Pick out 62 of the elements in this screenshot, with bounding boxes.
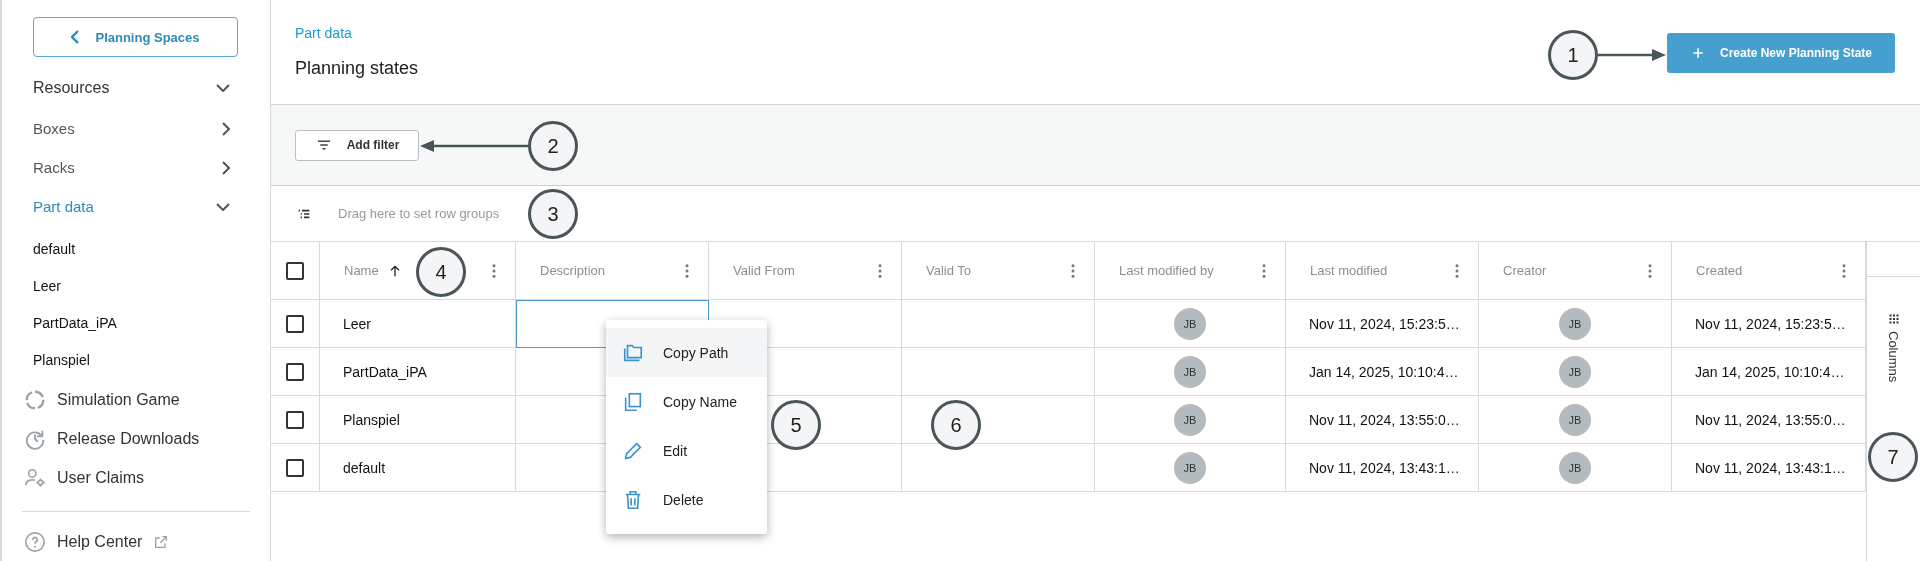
callout-marker: 7 bbox=[1868, 432, 1918, 482]
table-cell: Nov 11, 2024, 15:23:5… bbox=[1286, 300, 1479, 348]
help-icon bbox=[24, 530, 46, 553]
spinner-icon bbox=[24, 388, 46, 411]
table-cell: Nov 11, 2024, 13:55:0… bbox=[1672, 396, 1866, 444]
help-link[interactable]: Help Center bbox=[2, 522, 270, 561]
select-all-checkbox[interactable] bbox=[286, 261, 304, 280]
callout-marker: 5 bbox=[771, 400, 821, 450]
chevron-left-icon bbox=[71, 30, 80, 44]
grid-icon bbox=[1887, 313, 1900, 325]
sidebar-link[interactable]: Simulation Game bbox=[2, 380, 270, 419]
table-cell: Planspiel bbox=[320, 396, 516, 444]
user-avatar: JB bbox=[1559, 307, 1591, 340]
menu-item[interactable]: Edit bbox=[606, 426, 767, 475]
sidebar-item[interactable]: Leer bbox=[2, 267, 270, 304]
row-checkbox[interactable] bbox=[286, 314, 304, 333]
user-avatar: JB bbox=[1559, 403, 1591, 436]
user-avatar: JB bbox=[1174, 355, 1206, 388]
callout-marker: 6 bbox=[931, 400, 981, 450]
row-checkbox[interactable] bbox=[286, 458, 304, 477]
sidebar-link[interactable]: User Claims bbox=[2, 458, 270, 497]
menu-item[interactable]: Copy Name bbox=[606, 377, 767, 426]
table-cell: Leer bbox=[320, 300, 516, 348]
chevron-down-icon bbox=[216, 84, 230, 92]
table-cell: Nov 11, 2024, 13:55:0… bbox=[1286, 396, 1479, 444]
page-title: Planning states bbox=[295, 58, 419, 79]
row-checkbox[interactable] bbox=[286, 362, 304, 381]
table-cell: Jan 14, 2025, 10:10:4… bbox=[1286, 348, 1479, 396]
back-button[interactable]: Planning Spaces bbox=[33, 17, 238, 57]
menu-item[interactable]: Delete bbox=[606, 475, 767, 524]
external-link-icon bbox=[153, 533, 170, 550]
table-cell: Nov 11, 2024, 13:43:1… bbox=[1286, 444, 1479, 492]
table-cell: PartData_iPA bbox=[320, 348, 516, 396]
copy-icon bbox=[622, 390, 644, 413]
sidebar-link[interactable]: Release Downloads bbox=[2, 419, 270, 458]
callout-marker: 1 bbox=[1548, 30, 1598, 80]
user-avatar: JB bbox=[1174, 403, 1206, 436]
table-cell: Nov 11, 2024, 15:23:5… bbox=[1672, 300, 1866, 348]
row-checkbox[interactable] bbox=[286, 410, 304, 429]
chevron-down-icon bbox=[216, 202, 230, 211]
sidebar-item[interactable]: Resources bbox=[2, 67, 270, 109]
table-cell: default bbox=[320, 444, 516, 492]
add-filter-button[interactable]: Add filter bbox=[295, 129, 419, 161]
menu-item[interactable]: Copy Path bbox=[606, 328, 767, 377]
columns-tab[interactable]: Columns bbox=[1886, 313, 1901, 383]
user-avatar: JB bbox=[1174, 307, 1206, 340]
callout-marker: 3 bbox=[528, 189, 578, 239]
user-avatar: JB bbox=[1174, 451, 1206, 484]
table-cell: Nov 11, 2024, 13:43:1… bbox=[1672, 444, 1866, 492]
user-avatar: JB bbox=[1559, 355, 1591, 388]
sidebar-item[interactable]: PartData_iPA bbox=[2, 304, 270, 341]
callout-marker: 4 bbox=[416, 247, 466, 297]
chevron-right-icon bbox=[222, 121, 230, 136]
user-avatar: JB bbox=[1559, 451, 1591, 484]
chevron-right-icon bbox=[222, 160, 230, 175]
user-settings-icon bbox=[24, 466, 46, 489]
sidebar-item[interactable]: default bbox=[2, 230, 270, 267]
sidebar-item[interactable]: Planspiel bbox=[2, 341, 270, 378]
table-cell: Jan 14, 2025, 10:10:4… bbox=[1672, 348, 1866, 396]
sidebar-item[interactable]: Racks bbox=[2, 148, 270, 187]
sidebar-item[interactable]: Boxes bbox=[2, 109, 270, 148]
sidebar-item[interactable]: Part data bbox=[2, 187, 270, 226]
